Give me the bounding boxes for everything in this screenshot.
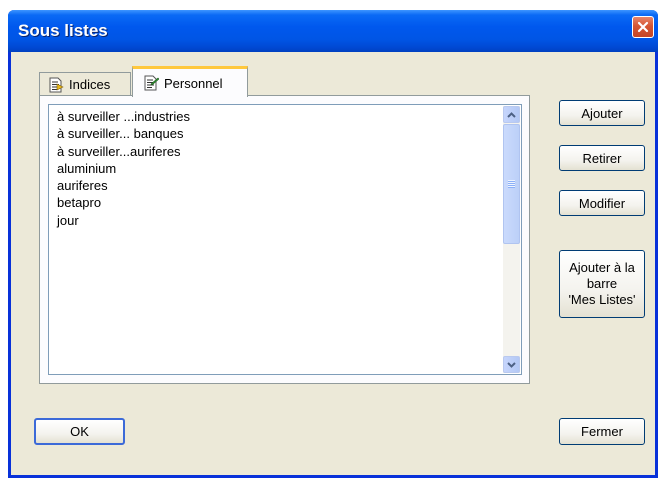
add-to-bar-label-line2: barre [586,276,618,291]
close-button[interactable] [632,16,654,38]
remove-button[interactable]: Retirer [559,145,645,171]
sublist-listbox[interactable]: à surveiller ...industries à surveiller.… [48,104,522,375]
scroll-down-button[interactable] [503,356,520,373]
dialog-window: Sous listes Indices Personnel à surveill… [8,10,658,478]
title-bar[interactable]: Sous listes [8,10,658,52]
add-to-bar-label: Ajouter à la barre 'Mes Listes' [568,260,635,308]
close-dialog-button[interactable]: Fermer [559,418,645,445]
tab-indices[interactable]: Indices [39,72,131,96]
scroll-up-button[interactable] [503,106,520,123]
tab-indices-label: Indices [69,77,111,92]
list-item[interactable]: à surveiller...auriferes [57,143,497,160]
list-item[interactable]: jour [57,212,497,229]
chevron-up-icon [507,111,516,118]
add-to-bar-label-line1: Ajouter à la [569,260,635,275]
grip-icon [508,180,515,188]
vertical-scrollbar[interactable] [503,106,520,373]
list-item[interactable]: aluminium [57,160,497,177]
ok-button[interactable]: OK [34,418,125,445]
list-items: à surveiller ...industries à surveiller.… [57,108,497,229]
add-to-my-lists-bar-button[interactable]: Ajouter à la barre 'Mes Listes' [559,250,645,318]
close-icon [637,21,649,33]
tab-panel: à surveiller ...industries à surveiller.… [39,95,530,384]
add-to-bar-label-line3: 'Mes Listes' [568,292,636,307]
document-list-icon [49,77,64,92]
tab-personnel-label: Personnel [164,75,223,91]
scrollbar-thumb[interactable] [503,124,520,244]
list-item[interactable]: betapro [57,194,497,211]
document-edit-icon [144,75,159,91]
add-button[interactable]: Ajouter [559,100,645,126]
list-item[interactable]: à surveiller... banques [57,125,497,142]
chevron-down-icon [507,361,516,368]
modify-button[interactable]: Modifier [559,190,645,216]
tab-personnel[interactable]: Personnel [132,66,248,97]
window-title: Sous listes [18,21,108,40]
list-item[interactable]: auriferes [57,177,497,194]
list-item[interactable]: à surveiller ...industries [57,108,497,125]
